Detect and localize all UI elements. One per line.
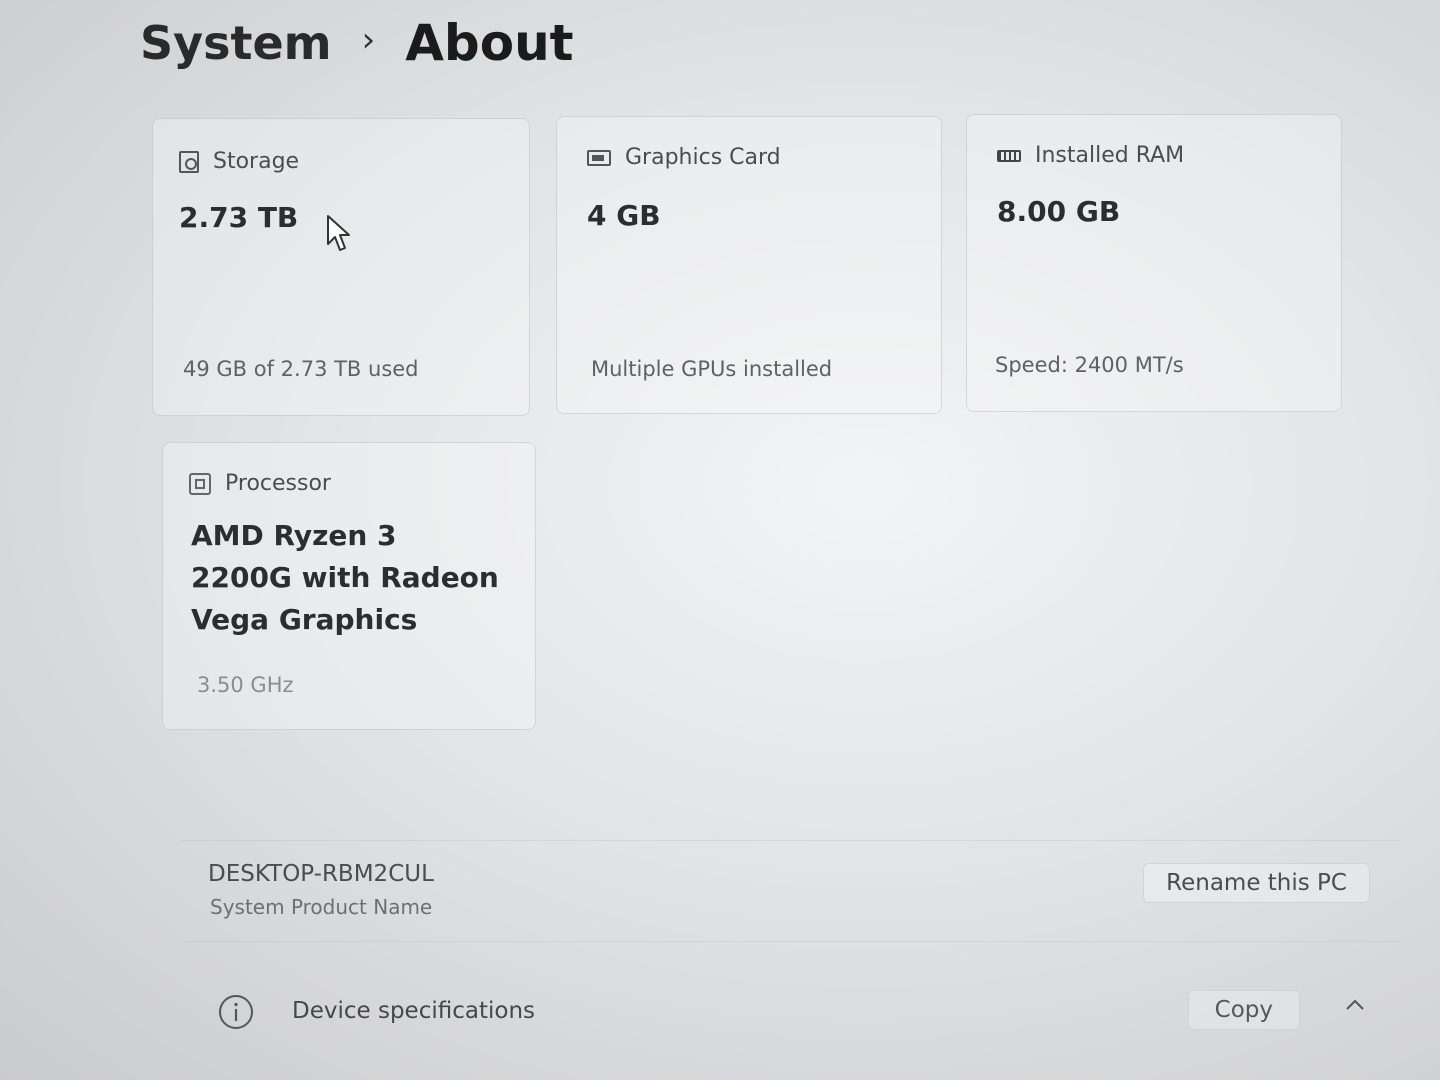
processor-label: Processor [225, 471, 331, 496]
storage-value: 2.73 TB [179, 201, 299, 234]
ram-value: 8.00 GB [997, 195, 1121, 228]
storage-card: Storage 2.73 TB 49 GB of 2.73 TB used [152, 118, 530, 416]
processor-value: AMD Ryzen 3 2200G with Radeon Vega Graph… [191, 519, 499, 636]
mouse-cursor-icon [327, 215, 350, 251]
page-title: About [405, 14, 574, 72]
info-icon [219, 995, 253, 1029]
graphics-value: 4 GB [587, 199, 661, 232]
storage-label: Storage [213, 149, 300, 174]
ram-detail: Speed: 2400 MT/s [995, 353, 1184, 377]
device-specifications-row[interactable]: Device specifications Copy [190, 970, 1400, 1060]
device-specifications-label: Device specifications [292, 998, 536, 1024]
processor-detail: 3.50 GHz [197, 673, 294, 697]
ram-card: Installed RAM 8.00 GB Speed: 2400 MT/s [966, 114, 1342, 412]
graphics-label: Graphics Card [625, 145, 781, 170]
pc-name: DESKTOP-RBM2CUL [208, 861, 434, 887]
graphics-card: Graphics Card 4 GB Multiple GPUs install… [556, 116, 942, 414]
storage-icon [179, 150, 199, 173]
pc-product-name: System Product Name [210, 895, 433, 919]
copy-button[interactable]: Copy [1187, 990, 1300, 1030]
ram-label: Installed RAM [1035, 143, 1185, 168]
gpu-icon [587, 149, 611, 166]
processor-card: Processor AMD Ryzen 3 2200G with Radeon … [162, 442, 536, 730]
rename-pc-button[interactable]: Rename this PC [1143, 863, 1370, 903]
storage-detail: 49 GB of 2.73 TB used [183, 357, 419, 381]
chevron-up-icon[interactable] [1344, 994, 1366, 1016]
breadcrumb-separator-icon: › [361, 20, 376, 60]
pc-name-row: DESKTOP-RBM2CUL System Product Name Rena… [180, 840, 1400, 942]
ram-icon [997, 149, 1021, 162]
breadcrumb: System › About [140, 14, 574, 72]
graphics-detail: Multiple GPUs installed [591, 357, 833, 381]
breadcrumb-system[interactable]: System [140, 16, 332, 70]
cpu-icon [189, 472, 211, 495]
